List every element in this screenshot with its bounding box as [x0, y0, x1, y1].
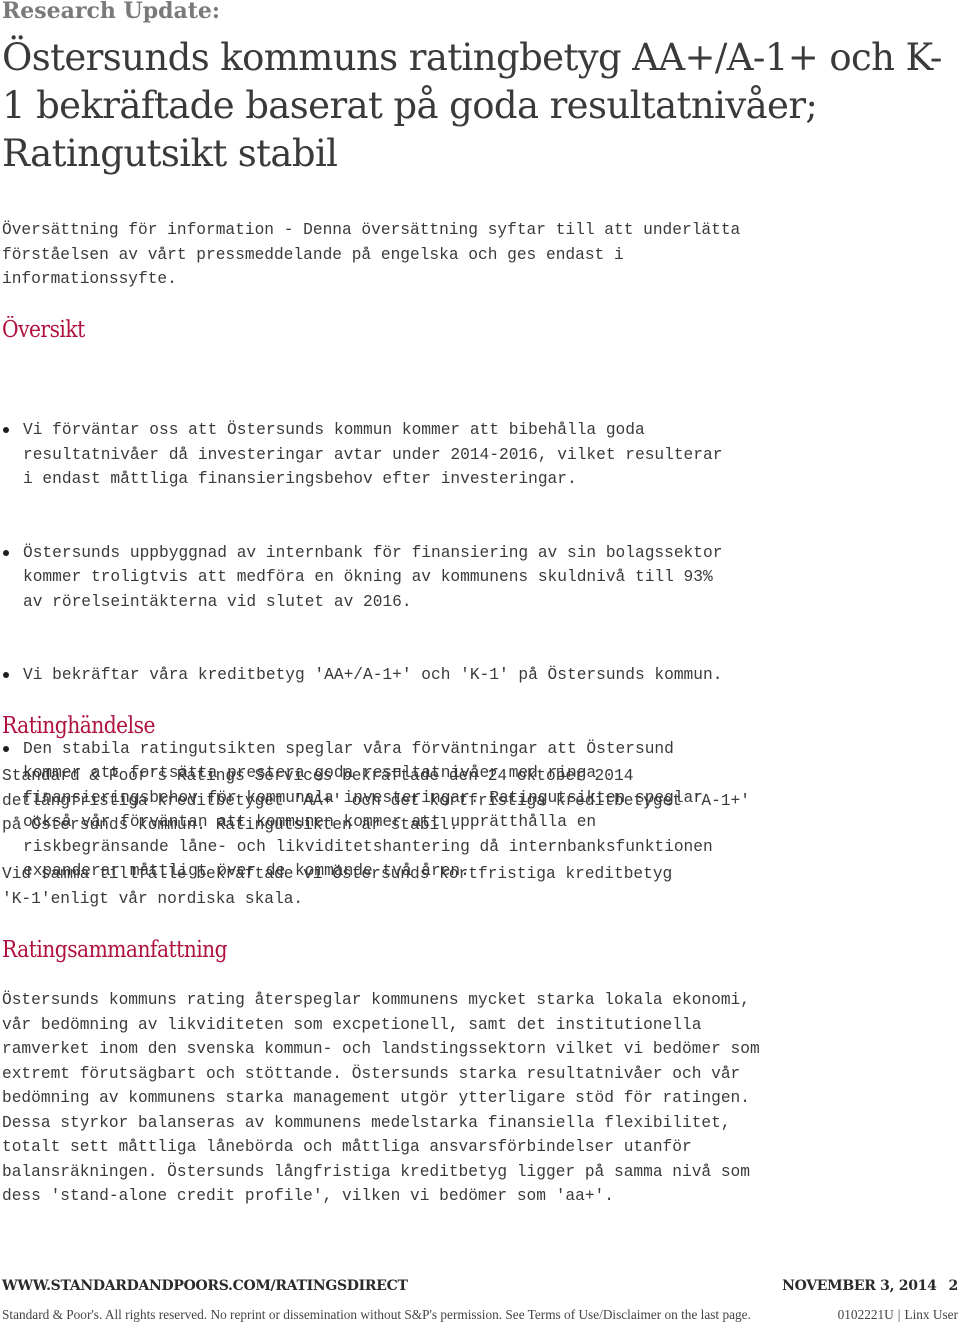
- footer-user-id: 0102221U | Linx User: [838, 1307, 958, 1323]
- rating-summary-paragraph: Östersunds kommuns rating återspeglar ko…: [2, 991, 760, 1205]
- bullet-text: Vi förväntar oss att Östersunds kommun k…: [23, 421, 723, 488]
- bullet-icon: [3, 549, 9, 556]
- section-heading-ratingsammanfattning: Ratingsammanfattning: [2, 937, 228, 963]
- user-name: Linx User: [904, 1307, 958, 1322]
- section-heading-oversikt: Översikt: [2, 317, 85, 343]
- document-id: 0102221U: [837, 1307, 894, 1322]
- publication-date: NOVEMBER 3, 2014: [782, 1278, 937, 1294]
- footer-website-link[interactable]: WWW.STANDARDANDPOORS.COM/RATINGSDIRECT: [2, 1278, 408, 1294]
- footer-date-page: NOVEMBER 3, 2014 2: [782, 1278, 958, 1294]
- report-type-label: Research Update:: [2, 0, 221, 24]
- page-title: Östersunds kommuns ratingbetyg AA+/A-1+ …: [2, 36, 942, 175]
- list-item: Östersunds uppbyggnad av internbank för …: [0, 541, 950, 615]
- separator: |: [897, 1307, 901, 1322]
- bullet-icon: [3, 427, 9, 433]
- bullet-text: Östersunds uppbyggnad av internbank för …: [23, 543, 723, 611]
- translation-disclaimer: Översättning för information - Denna öve…: [2, 221, 741, 288]
- bullet-icon: [3, 745, 9, 752]
- section-heading-ratinghandelse: Ratinghändelse: [2, 713, 155, 739]
- rating-action-paragraph: Standard & Poor's Ratings Services bekrä…: [2, 767, 750, 834]
- nordic-scale-paragraph: Vid samma tillfälle bekräftade vi Östers…: [2, 865, 673, 908]
- list-item: Vi bekräftar våra kreditbetyg 'AA+/A-1+'…: [0, 663, 950, 688]
- page-number: 2: [948, 1278, 959, 1294]
- copyright-notice: Standard & Poor's. All rights reserved. …: [2, 1307, 751, 1322]
- list-item: Vi förväntar oss att Östersunds kommun k…: [0, 418, 950, 492]
- bullet-text: Vi bekräftar våra kreditbetyg 'AA+/A-1+'…: [23, 666, 723, 684]
- bullet-icon: [3, 672, 9, 678]
